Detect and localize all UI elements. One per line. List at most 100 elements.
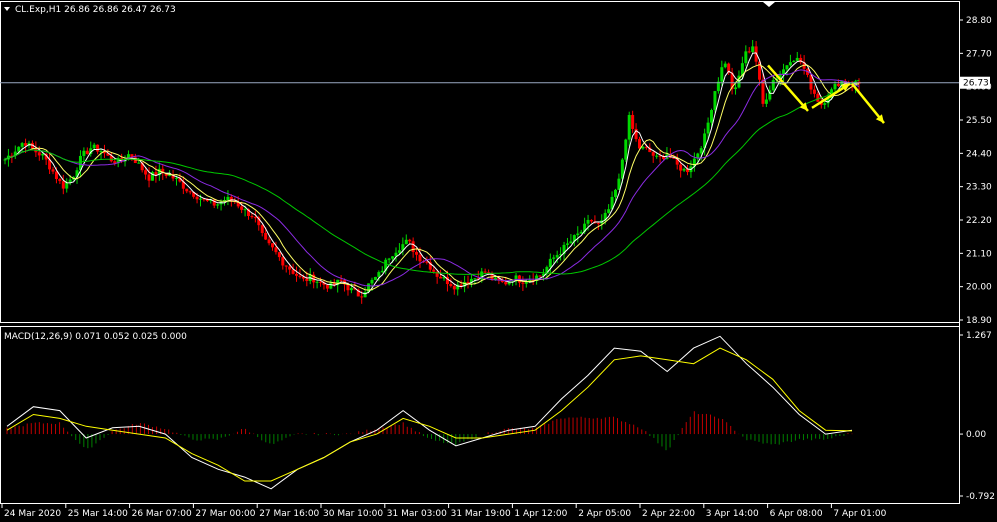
candle-body bbox=[764, 99, 768, 104]
candle-body bbox=[137, 162, 141, 164]
candle-body bbox=[524, 281, 528, 284]
candle-body bbox=[596, 222, 600, 224]
candle-body bbox=[20, 143, 24, 147]
candle-body bbox=[552, 257, 556, 259]
candle-body bbox=[284, 265, 288, 267]
moving-average-line bbox=[4, 79, 860, 275]
price-tick-label: 23.30 bbox=[966, 183, 992, 193]
candle-body bbox=[415, 251, 419, 255]
candle-body bbox=[188, 191, 192, 193]
candle-body bbox=[319, 281, 323, 283]
candle-body bbox=[408, 239, 412, 242]
candle-body bbox=[641, 146, 645, 149]
time-tick-label: 3 Apr 14:00 bbox=[706, 509, 759, 519]
moving-averages bbox=[4, 52, 860, 295]
candle-body bbox=[710, 110, 714, 123]
candle-body bbox=[713, 91, 717, 111]
candle-body bbox=[411, 241, 415, 252]
candle-body bbox=[734, 87, 738, 90]
signal-line bbox=[6, 347, 853, 482]
candle-body bbox=[565, 243, 569, 245]
candle-body bbox=[41, 153, 45, 156]
time-tick-label: 24 Mar 2020 bbox=[4, 509, 61, 519]
macd-panel-frame bbox=[0, 326, 960, 504]
moving-average-line bbox=[4, 69, 860, 287]
candle-body bbox=[305, 278, 309, 281]
candle-body bbox=[679, 164, 683, 171]
candle-body bbox=[816, 93, 820, 102]
candle-body bbox=[548, 258, 552, 268]
time-tick-label: 30 Mar 10:00 bbox=[323, 509, 383, 519]
candle-body bbox=[391, 256, 395, 259]
candle-body bbox=[37, 152, 41, 156]
candle-body bbox=[58, 178, 62, 182]
candle-body bbox=[699, 148, 703, 154]
macd-tick-label: -0.792 bbox=[966, 492, 995, 502]
candle-body bbox=[397, 250, 401, 253]
time-tick-label: 2 Apr 22:00 bbox=[642, 509, 695, 519]
candle-body bbox=[586, 219, 590, 224]
candle-body bbox=[589, 219, 593, 222]
candle-body bbox=[792, 60, 796, 63]
candle-body bbox=[504, 282, 508, 285]
candle-body bbox=[449, 284, 453, 286]
candle-body bbox=[483, 271, 487, 273]
candle-body bbox=[682, 168, 686, 171]
candle-body bbox=[439, 276, 443, 279]
candle-body bbox=[836, 84, 840, 86]
candle-body bbox=[569, 241, 573, 244]
macd-tick-label: 0.00 bbox=[966, 430, 986, 440]
candle-body bbox=[298, 275, 302, 277]
time-tick-label: 26 Mar 07:00 bbox=[132, 509, 192, 519]
time-tick-label: 27 Mar 00:00 bbox=[195, 509, 255, 519]
candle-body bbox=[329, 282, 333, 289]
candle-body bbox=[264, 232, 268, 240]
candle-body bbox=[240, 206, 244, 210]
price-tick-label: 18.90 bbox=[966, 316, 992, 326]
price-tick-label: 20.00 bbox=[966, 283, 992, 293]
candle-body bbox=[250, 215, 254, 218]
candle-body bbox=[260, 225, 264, 233]
candle-body bbox=[363, 291, 367, 298]
time-tick-label: 31 Mar 03:00 bbox=[387, 509, 447, 519]
candle-body bbox=[555, 255, 559, 258]
candle-body bbox=[288, 266, 292, 270]
candle-series bbox=[3, 40, 861, 304]
candle-body bbox=[387, 258, 391, 260]
candle-body bbox=[277, 252, 281, 258]
time-axis: 24 Mar 2020 25 Mar 14:00 26 Mar 07:00 27 Ma… bbox=[1, 504, 887, 519]
candle-body bbox=[373, 276, 377, 280]
candle-body bbox=[771, 80, 775, 91]
candle-body bbox=[51, 169, 55, 172]
price-tick-label: 25.50 bbox=[966, 116, 992, 126]
candle-body bbox=[380, 270, 384, 273]
candle-body bbox=[315, 281, 319, 283]
time-tick-label: 6 Apr 08:00 bbox=[770, 509, 823, 519]
candle-body bbox=[404, 239, 408, 245]
candle-body bbox=[823, 103, 827, 105]
symbol-info: CL.Exp,H1 26.86 26.86 26.47 26.73 bbox=[15, 5, 176, 15]
triangle-down-icon[interactable] bbox=[763, 2, 775, 7]
macd-tick-label: 1.267 bbox=[966, 331, 992, 341]
candle-body bbox=[747, 51, 751, 53]
time-tick-label: 2 Apr 05:00 bbox=[578, 509, 631, 519]
candle-body bbox=[61, 181, 65, 189]
candle-body bbox=[195, 196, 199, 200]
candle-body bbox=[751, 46, 755, 52]
price-tick-label: 24.40 bbox=[966, 149, 992, 159]
candle-body bbox=[54, 171, 58, 179]
candle-body bbox=[99, 150, 103, 152]
candle-body bbox=[198, 198, 202, 200]
candle-body bbox=[720, 67, 724, 82]
candle-body bbox=[521, 282, 525, 284]
price-axis: 28.8027.7026.6025.5024.4023.3022.2021.10… bbox=[959, 16, 992, 326]
time-tick-label: 27 Mar 16:00 bbox=[259, 509, 319, 519]
candle-body bbox=[761, 79, 765, 104]
macd-label: MACD(12,26,9) 0.071 0.052 0.025 0.000 bbox=[4, 332, 187, 342]
candle-body bbox=[631, 114, 635, 129]
candle-body bbox=[785, 65, 789, 70]
candle-body bbox=[744, 51, 748, 64]
triangle-down-icon[interactable] bbox=[4, 7, 10, 11]
candle-body bbox=[274, 247, 278, 253]
candle-body bbox=[624, 139, 628, 160]
